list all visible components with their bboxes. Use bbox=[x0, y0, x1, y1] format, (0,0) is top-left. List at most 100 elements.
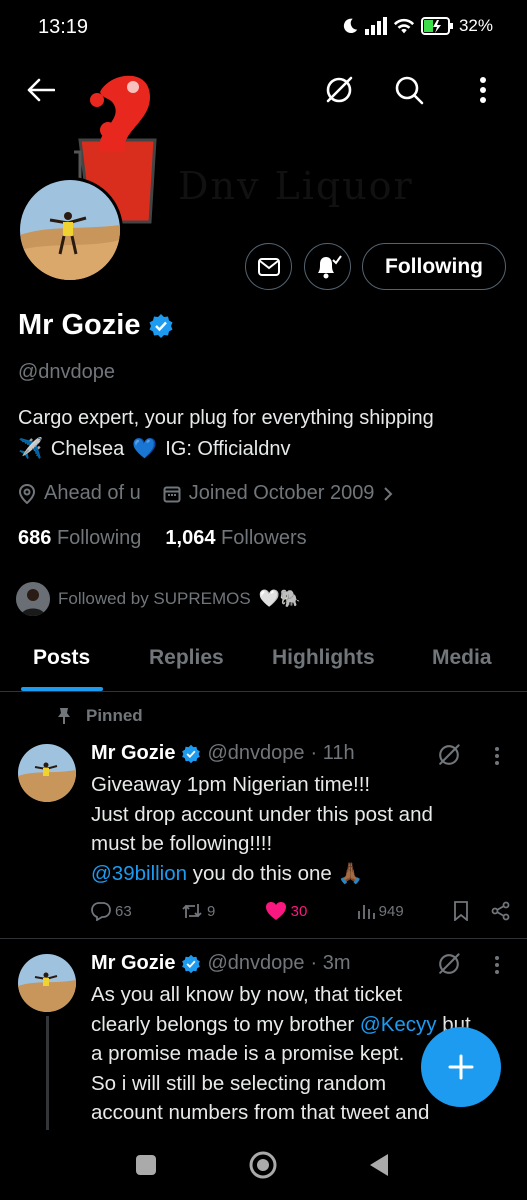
chevron-right-icon[interactable] bbox=[382, 486, 394, 502]
more-options-button[interactable] bbox=[461, 68, 505, 112]
status-icons: 32% bbox=[341, 16, 493, 36]
triangle-back-icon bbox=[370, 1154, 388, 1176]
post-line: As you all know by now, that ticket bbox=[91, 983, 403, 1006]
envelope-icon bbox=[257, 257, 280, 276]
grok-post-button[interactable] bbox=[437, 743, 461, 767]
vertical-dots-icon bbox=[495, 956, 499, 974]
post-1-text: Giveaway 1pm Nigerian time!!! Just drop … bbox=[91, 770, 511, 888]
vertical-dots-icon bbox=[480, 77, 486, 103]
back-nav-button[interactable] bbox=[368, 1152, 390, 1178]
grok-post-button[interactable] bbox=[437, 952, 461, 976]
thread-line bbox=[46, 1016, 49, 1130]
following-count: 686 bbox=[18, 527, 52, 549]
blue-heart-emoji: 💙 bbox=[132, 438, 158, 460]
back-arrow-icon bbox=[27, 78, 55, 102]
square-icon bbox=[136, 1155, 156, 1175]
tab-replies[interactable]: Replies bbox=[149, 646, 224, 670]
battery-icon bbox=[420, 17, 453, 35]
grok-icon bbox=[326, 76, 353, 103]
calendar-icon bbox=[163, 485, 181, 503]
profile-meta: Ahead of u Joined October 2009 bbox=[18, 482, 394, 505]
home-circle-icon bbox=[249, 1151, 277, 1179]
bio-line-1: Cargo expert, your plug for everything s… bbox=[18, 407, 434, 429]
active-tab-indicator bbox=[21, 687, 103, 691]
post-more-button[interactable] bbox=[494, 955, 500, 975]
vertical-dots-icon bbox=[495, 747, 499, 765]
profile-bio: Cargo expert, your plug for everything s… bbox=[18, 403, 513, 465]
post-line: Giveaway 1pm Nigerian time!!! bbox=[91, 773, 371, 796]
verified-badge-icon bbox=[181, 954, 201, 974]
like-button[interactable]: 30 bbox=[265, 901, 308, 921]
compose-post-button[interactable] bbox=[421, 1027, 501, 1107]
post-line-pre: clearly belongs to my brother bbox=[91, 1012, 360, 1036]
post-author-name[interactable]: Mr Gozie bbox=[91, 952, 175, 975]
post-line: must be following!!!! bbox=[91, 832, 273, 855]
status-time: 13:19 bbox=[38, 16, 89, 38]
location-pin-icon bbox=[18, 483, 36, 504]
bell-check-icon bbox=[317, 254, 342, 278]
plus-icon bbox=[448, 1054, 474, 1080]
following-button[interactable]: Following bbox=[362, 243, 506, 290]
post-author-name[interactable]: Mr Gozie bbox=[91, 742, 175, 765]
post-2[interactable] bbox=[18, 954, 76, 1012]
search-button[interactable] bbox=[387, 68, 431, 112]
profile-avatar[interactable] bbox=[17, 177, 123, 283]
profile-name: Mr Gozie bbox=[18, 309, 141, 341]
bio-club: Chelsea bbox=[50, 438, 125, 460]
verified-badge-icon bbox=[148, 313, 174, 339]
post-more-button[interactable] bbox=[494, 746, 500, 766]
tab-media[interactable]: Media bbox=[432, 646, 492, 670]
post-1[interactable] bbox=[18, 744, 76, 802]
like-count: 30 bbox=[290, 902, 308, 920]
mention-link[interactable]: @Kecyy bbox=[360, 1013, 437, 1036]
pinned-label: Pinned bbox=[86, 706, 143, 725]
share-icon bbox=[491, 901, 510, 921]
post-time: · 11h bbox=[310, 742, 355, 764]
bio-instagram: IG: Officialdnv bbox=[165, 438, 291, 460]
bio-line-2: ✈️ Chelsea 💙 IG: Officialdnv bbox=[18, 434, 513, 465]
moon-icon bbox=[341, 17, 359, 35]
following-count-link[interactable]: 686 Following bbox=[18, 527, 141, 550]
reply-icon bbox=[91, 902, 111, 921]
profile-location: Ahead of u bbox=[44, 482, 141, 504]
post-line: Just drop account under this post and bbox=[91, 802, 433, 826]
search-icon bbox=[395, 76, 424, 105]
signal-icon bbox=[364, 17, 387, 35]
repost-button[interactable]: 9 bbox=[181, 901, 215, 921]
post-avatar[interactable] bbox=[18, 954, 76, 1012]
grok-button[interactable] bbox=[317, 68, 361, 112]
pinned-label-row: Pinned bbox=[56, 706, 143, 726]
bookmark-icon bbox=[454, 901, 468, 921]
system-nav-bar bbox=[0, 1132, 527, 1200]
back-button[interactable] bbox=[19, 68, 63, 112]
verified-badge-icon bbox=[181, 744, 201, 764]
tab-highlights[interactable]: Highlights bbox=[272, 646, 375, 670]
repost-count: 9 bbox=[207, 902, 216, 920]
profile-name-row: Mr Gozie bbox=[18, 309, 174, 342]
profile-handle: @dnvdope bbox=[18, 361, 116, 383]
followers-count: 1,064 bbox=[165, 527, 216, 549]
views-button[interactable]: 949 bbox=[357, 902, 404, 920]
reply-button[interactable]: 63 bbox=[91, 901, 132, 921]
message-button[interactable] bbox=[245, 243, 292, 290]
bookmark-button[interactable] bbox=[453, 901, 469, 921]
recents-button[interactable] bbox=[135, 1154, 157, 1176]
grok-icon bbox=[439, 953, 460, 974]
mention-link[interactable]: @39billion bbox=[91, 862, 187, 885]
notifications-button[interactable] bbox=[304, 243, 351, 290]
tab-posts[interactable]: Posts bbox=[33, 646, 90, 670]
followed-by-row[interactable]: Followed by SUPREMOS 🤍🐘 bbox=[16, 582, 301, 616]
post-avatar[interactable] bbox=[18, 744, 76, 802]
views-chart-icon bbox=[357, 905, 375, 919]
home-button[interactable] bbox=[248, 1150, 278, 1180]
follower-avatar bbox=[16, 582, 50, 616]
avatar-desert-image bbox=[20, 180, 120, 280]
banner-brand-text: Dnv Liquor bbox=[178, 164, 414, 208]
followers-count-link[interactable]: 1,064 Followers bbox=[165, 527, 306, 550]
post-2-header: Mr Gozie @dnvdope · 3m bbox=[91, 952, 351, 975]
profile-tabs: Posts Replies Highlights Media bbox=[0, 632, 527, 692]
share-button[interactable] bbox=[491, 901, 511, 921]
post-author-handle: @dnvdope bbox=[207, 742, 305, 764]
repost-icon bbox=[182, 904, 202, 918]
wifi-icon bbox=[393, 17, 415, 35]
